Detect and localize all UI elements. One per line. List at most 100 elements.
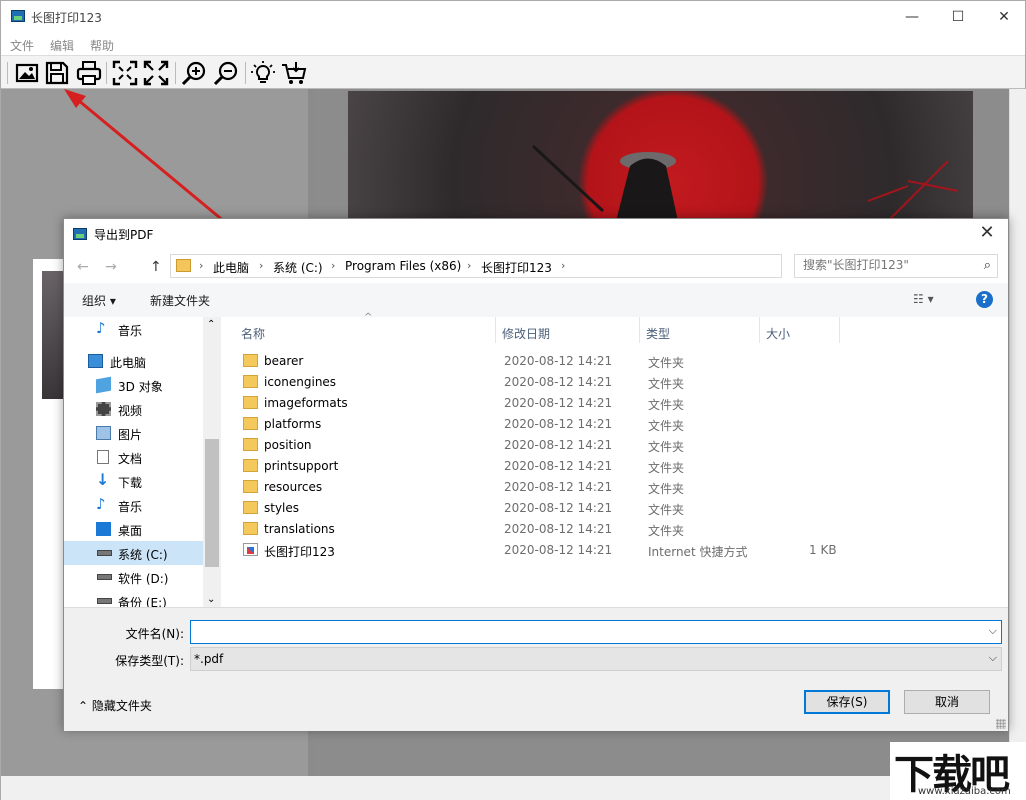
column-size[interactable]: 大小 <box>766 325 790 342</box>
tip-icon[interactable] <box>249 59 277 87</box>
address-bar[interactable]: › 此电脑 › 系统 (C:) › Program Files (x86) › … <box>170 254 860 278</box>
column-divider[interactable] <box>839 317 840 343</box>
drive-icon <box>97 550 112 556</box>
nav-item-label: 3D 对象 <box>118 380 163 394</box>
breadcrumb-app-folder[interactable]: 长图打印123 <box>481 259 552 276</box>
file-date: 2020-08-12 14:21 <box>504 396 613 410</box>
scroll-down-icon[interactable]: ⌄ <box>207 594 215 605</box>
file-name: printsupport <box>264 459 339 473</box>
nav-item-videos[interactable]: 视频 <box>64 397 203 421</box>
up-button[interactable]: ↑ <box>150 259 162 275</box>
nav-item-system-c[interactable]: 系统 (C:) <box>64 541 203 565</box>
filetype-select[interactable]: *.pdf ⌵ <box>190 647 1002 671</box>
close-button[interactable]: ✕ <box>981 1 1026 33</box>
breadcrumb-system-c[interactable]: 系统 (C:) <box>273 259 323 276</box>
nav-item-label: 此电脑 <box>110 356 147 370</box>
file-row[interactable]: imageformats 2020-08-12 14:21 文件夹 <box>239 393 879 414</box>
nav-item-label: 桌面 <box>118 524 143 538</box>
breadcrumb-separator: › <box>467 259 472 272</box>
main-horizontal-scrollbar[interactable] <box>1 776 1009 800</box>
nav-item-documents[interactable]: 文档 <box>64 445 203 469</box>
breadcrumb-separator: › <box>331 259 336 272</box>
nav-item-software-d[interactable]: 软件 (D:) <box>64 565 203 589</box>
filename-input[interactable] <box>194 624 974 638</box>
menu-help[interactable]: 帮助 <box>90 37 114 54</box>
cancel-button[interactable]: 取消 <box>904 690 990 714</box>
nav-item-music[interactable]: ♪ 音乐 <box>64 493 203 517</box>
menu-edit[interactable]: 编辑 <box>50 37 74 54</box>
search-box[interactable]: ⌕ <box>794 254 998 278</box>
filetype-label: 保存类型(T): <box>115 654 184 668</box>
file-row[interactable]: translations 2020-08-12 14:21 文件夹 <box>239 519 879 540</box>
dialog-title: 导出到PDF <box>94 228 154 242</box>
file-row[interactable]: platforms 2020-08-12 14:21 文件夹 <box>239 414 879 435</box>
file-row[interactable]: styles 2020-08-12 14:21 文件夹 <box>239 498 879 519</box>
column-divider[interactable] <box>495 317 496 343</box>
filename-field[interactable]: ⌵ <box>190 620 1002 644</box>
zoom-in-icon[interactable] <box>180 59 208 87</box>
column-divider[interactable] <box>639 317 640 343</box>
chevron-up-icon: ⌃ <box>78 699 89 713</box>
main-vertical-scrollbar[interactable] <box>1009 89 1026 776</box>
search-input[interactable] <box>803 258 973 272</box>
save-button[interactable]: 保存(S) <box>804 690 890 714</box>
maximize-button[interactable]: ☐ <box>935 1 981 33</box>
file-name: translations <box>264 522 335 536</box>
resize-grip[interactable] <box>996 719 1006 729</box>
column-date[interactable]: 修改日期 <box>502 325 550 342</box>
dialog-app-icon <box>73 228 87 240</box>
breadcrumb-this-pc[interactable]: 此电脑 <box>213 259 249 276</box>
column-divider[interactable] <box>759 317 760 343</box>
breadcrumb-separator: › <box>199 259 204 272</box>
video-icon <box>96 402 111 416</box>
dialog-close-button[interactable]: ✕ <box>974 222 1000 243</box>
column-name[interactable]: 名称 <box>241 325 265 342</box>
chevron-down-icon[interactable]: ⌵ <box>989 624 997 638</box>
nav-scroll-thumb[interactable] <box>205 439 219 567</box>
open-image-icon[interactable] <box>13 59 41 87</box>
file-row[interactable]: resources 2020-08-12 14:21 文件夹 <box>239 477 879 498</box>
save-icon[interactable] <box>43 59 71 87</box>
nav-item-music[interactable]: ♪ 音乐 <box>64 317 203 341</box>
folder-icon <box>243 438 258 451</box>
help-icon[interactable]: ? <box>976 291 993 308</box>
breadcrumb-separator: › <box>561 259 566 272</box>
drive-icon <box>97 598 112 604</box>
nav-item-pictures[interactable]: 图片 <box>64 421 203 445</box>
nav-item-this-pc[interactable]: 此电脑 <box>64 349 203 373</box>
chevron-down-icon[interactable]: ⌵ <box>989 651 997 665</box>
print-icon[interactable] <box>75 59 103 87</box>
file-row[interactable]: position 2020-08-12 14:21 文件夹 <box>239 435 879 456</box>
fit-page-icon[interactable] <box>111 59 139 87</box>
new-folder-button[interactable]: 新建文件夹 <box>150 292 210 309</box>
cart-icon[interactable] <box>280 59 308 87</box>
folder-icon <box>243 396 258 409</box>
folder-icon <box>243 522 258 535</box>
view-options-button[interactable]: ☷ ▾ <box>913 292 934 306</box>
file-name: bearer <box>264 354 304 368</box>
hide-folders-toggle[interactable]: ⌃ 隐藏文件夹 <box>78 697 152 714</box>
nav-item-desktop[interactable]: 桌面 <box>64 517 203 541</box>
nav-item-label: 系统 (C:) <box>118 548 168 562</box>
organize-button[interactable]: 组织 ▾ <box>82 292 116 309</box>
pictures-icon <box>96 426 111 440</box>
toolbar-separator <box>245 62 246 84</box>
breadcrumb-program-files[interactable]: Program Files (x86) <box>345 259 461 273</box>
column-type[interactable]: 类型 <box>646 325 670 342</box>
actual-size-icon[interactable] <box>142 59 170 87</box>
file-name: imageformats <box>264 396 348 410</box>
minimize-button[interactable]: — <box>889 1 935 33</box>
back-button[interactable]: ← <box>77 259 89 275</box>
file-row[interactable]: 长图打印123 2020-08-12 14:21 Internet 快捷方式 1… <box>239 540 879 561</box>
file-row[interactable]: iconengines 2020-08-12 14:21 文件夹 <box>239 372 879 393</box>
zoom-out-icon[interactable] <box>212 59 240 87</box>
nav-item-backup-e[interactable]: 备份 (E:) <box>64 589 203 607</box>
menu-file[interactable]: 文件 <box>10 37 34 54</box>
folder-icon <box>243 375 258 388</box>
nav-item-downloads[interactable]: ↓ 下载 <box>64 469 203 493</box>
nav-item-3d-objects[interactable]: 3D 对象 <box>64 373 203 397</box>
file-row[interactable]: printsupport 2020-08-12 14:21 文件夹 <box>239 456 879 477</box>
forward-button[interactable]: → <box>105 259 117 275</box>
file-row[interactable]: bearer 2020-08-12 14:21 文件夹 <box>239 351 879 372</box>
scroll-up-icon[interactable]: ⌃ <box>207 319 215 330</box>
